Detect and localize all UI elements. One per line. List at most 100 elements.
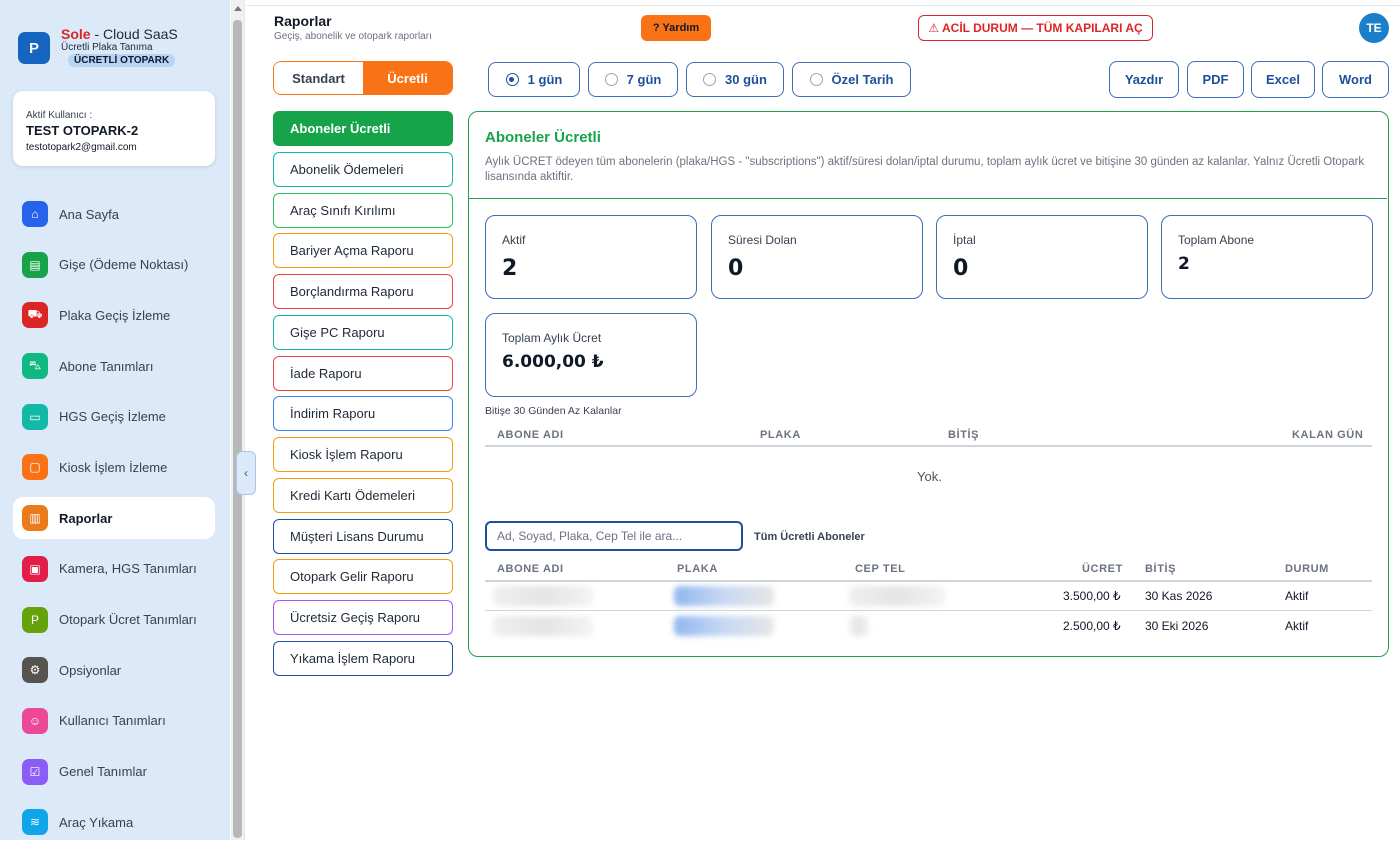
report-item[interactable]: Kiosk İşlem Raporu [273,437,453,472]
redacted-name [493,616,593,636]
active-user-name: TEST OTOPARK-2 [26,123,139,138]
license-badge: ÜCRETLİ OTOPARK [68,54,176,67]
fee-cell: 3.500,00 ₺ [1063,589,1121,603]
report-type-toggle: Standart Ücretli [273,61,453,95]
stat-label: Aktif [502,233,526,247]
stat-label: Süresi Dolan [728,233,797,247]
pdf-button[interactable]: PDF [1187,61,1244,98]
report-item[interactable]: Aboneler Ücretli [273,111,453,146]
col-plate: PLAKA [760,429,801,441]
sidebar-item-users[interactable]: ☺ Kullanıcı Tanımları [13,700,215,742]
report-item[interactable]: Ücretsiz Geçiş Raporu [273,600,453,635]
date-filter-7-days[interactable]: 7 gün [588,62,678,97]
date-filter-1-day[interactable]: 1 gün [488,62,580,97]
car-icon: ⛟ [22,302,48,329]
report-item[interactable]: Kredi Kartı Ödemeleri [273,477,453,513]
car-wash-icon: ≋ [22,809,48,836]
fee-cell: 2.500,00 ₺ [1063,619,1121,633]
chip-icon: ▣ [22,555,48,582]
brand-name: Sole [61,26,91,42]
date-filter-30-days[interactable]: 30 gün [686,62,784,97]
sidebar-item-parking[interactable]: P Otopark Ücret Tanımları [13,599,215,641]
status-cell: Aktif [1285,619,1309,633]
tab-paid[interactable]: Ücretli [363,62,452,94]
sidebar-item-gear[interactable]: ⚙ Opsiyonlar [13,649,215,691]
sidebar-item-chip[interactable]: ▣ Kamera, HGS Tanımları [13,548,215,590]
sidebar-item-label: Kiosk İşlem İzleme [59,459,168,475]
stat-value: 2 [502,256,518,281]
report-item[interactable]: Araç Sınıfı Kırılımı [273,192,453,228]
col-subscriber-name: ABONE ADI [497,563,564,575]
sidebar-item-car[interactable]: ⛟ Plaka Geçiş İzleme [13,294,215,336]
print-button[interactable]: Yazdır [1109,61,1179,98]
report-item[interactable]: Abonelik Ödemeleri [273,151,453,187]
sidebar-item-checklist[interactable]: ☑ Genel Tanımlar [13,751,215,793]
emergency-open-all-gates-button[interactable]: ⚠ ACİL DURUM — TÜM KAPILARI AÇ [918,15,1153,41]
report-item[interactable]: İndirim Raporu [273,396,453,432]
sidebar-item-car-wash[interactable]: ≋ Araç Yıkama [13,801,215,843]
panel-title: Aboneler Ücretli [485,129,601,146]
col-status: DURUM [1285,563,1329,575]
user-avatar[interactable]: TE [1359,13,1389,43]
sidebar-item-label: HGS Geçiş İzleme [59,409,166,425]
sidebar-item-home[interactable]: ⌂ Ana Sayfa [13,193,215,235]
report-item[interactable]: Otopark Gelir Raporu [273,559,453,595]
card-icon: ▭ [22,403,48,430]
date-filter-custom[interactable]: Özel Tarih [792,62,911,97]
radio-icon [809,73,823,86]
page-title: Raporlar [274,13,332,29]
empty-state-text: Yok. [917,469,942,484]
active-user-card: Aktif Kullanıcı : TEST OTOPARK-2 testoto… [13,91,215,166]
stat-total-monthly-fee: Toplam Aylık Ücret 6.000,00 ₺ [485,313,697,397]
radio-icon [703,73,717,86]
report-item[interactable]: Gişe PC Raporu [273,314,453,350]
report-item[interactable]: Bariyer Açma Raporu [273,233,453,269]
redacted-plate [674,616,774,636]
bar-chart-icon: ▥ [22,505,48,532]
stat-cancelled: İptal 0 [936,215,1148,299]
help-button[interactable]: ? Yardım [641,15,711,41]
sidebar-item-monitor[interactable]: ▢ Kiosk İşlem İzleme [13,446,215,488]
sidebar-collapse-button[interactable]: ‹ [236,451,256,495]
report-item[interactable]: Yıkama İşlem Raporu [273,640,453,676]
parking-icon: P [22,606,48,633]
redacted-plate [674,586,774,606]
date-filter-label: 30 gün [725,72,767,87]
sidebar-item-label: Abone Tanımları [59,358,154,374]
checklist-icon: ☑ [22,758,48,785]
sidebar-item-label: Ana Sayfa [59,206,119,222]
active-user-label: Aktif Kullanıcı : [26,110,93,121]
excel-button[interactable]: Excel [1251,61,1315,98]
brand[interactable]: P Sole - Cloud SaaS Ücretli Plaka Tanıma… [18,24,218,70]
sidebar-item-label: Genel Tanımlar [59,764,147,780]
word-button[interactable]: Word [1322,61,1389,98]
col-phone: CEP TEL [855,563,906,575]
sidebar-item-card[interactable]: ▭ HGS Geçiş İzleme [13,396,215,438]
stat-label: Toplam Abone [1178,233,1255,247]
end-date-cell: 30 Eki 2026 [1145,619,1209,633]
brand-title: Sole - Cloud SaaS [61,26,178,42]
redacted-phone [849,616,869,636]
sidebar-item-cash-register[interactable]: ▤ Gişe (Ödeme Noktası) [13,244,215,286]
report-item[interactable]: İade Raporu [273,355,453,391]
scroll-up-arrow-icon[interactable] [234,6,242,11]
near-expiry-title: Bitişe 30 Günden Az Kalanlar [485,405,622,417]
sidebar-item-label: Raporlar [59,510,113,526]
cash-register-icon: ▤ [22,251,48,278]
stat-expired: Süresi Dolan 0 [711,215,923,299]
gear-icon: ⚙ [22,657,48,684]
scroll-thumb[interactable] [233,20,242,838]
table-divider [485,445,1372,447]
tab-standard[interactable]: Standart [274,62,363,94]
col-days-left: KALAN GÜN [1292,429,1364,441]
subscriber-search-input[interactable] [485,521,743,551]
report-item[interactable]: Müşteri Lisans Durumu [273,518,453,554]
col-end-date: BİTİŞ [948,429,980,441]
sidebar-item-car-front[interactable]: ⛍ Abone Tanımları [13,345,215,387]
col-fee: ÜCRET [1082,563,1123,575]
stat-label: İptal [953,233,976,247]
sidebar-item-bar-chart[interactable]: ▥ Raporlar [13,497,215,540]
sidebar-scrollbar[interactable] [231,0,245,840]
home-icon: ⌂ [22,201,48,227]
report-item[interactable]: Borçlandırma Raporu [273,274,453,309]
